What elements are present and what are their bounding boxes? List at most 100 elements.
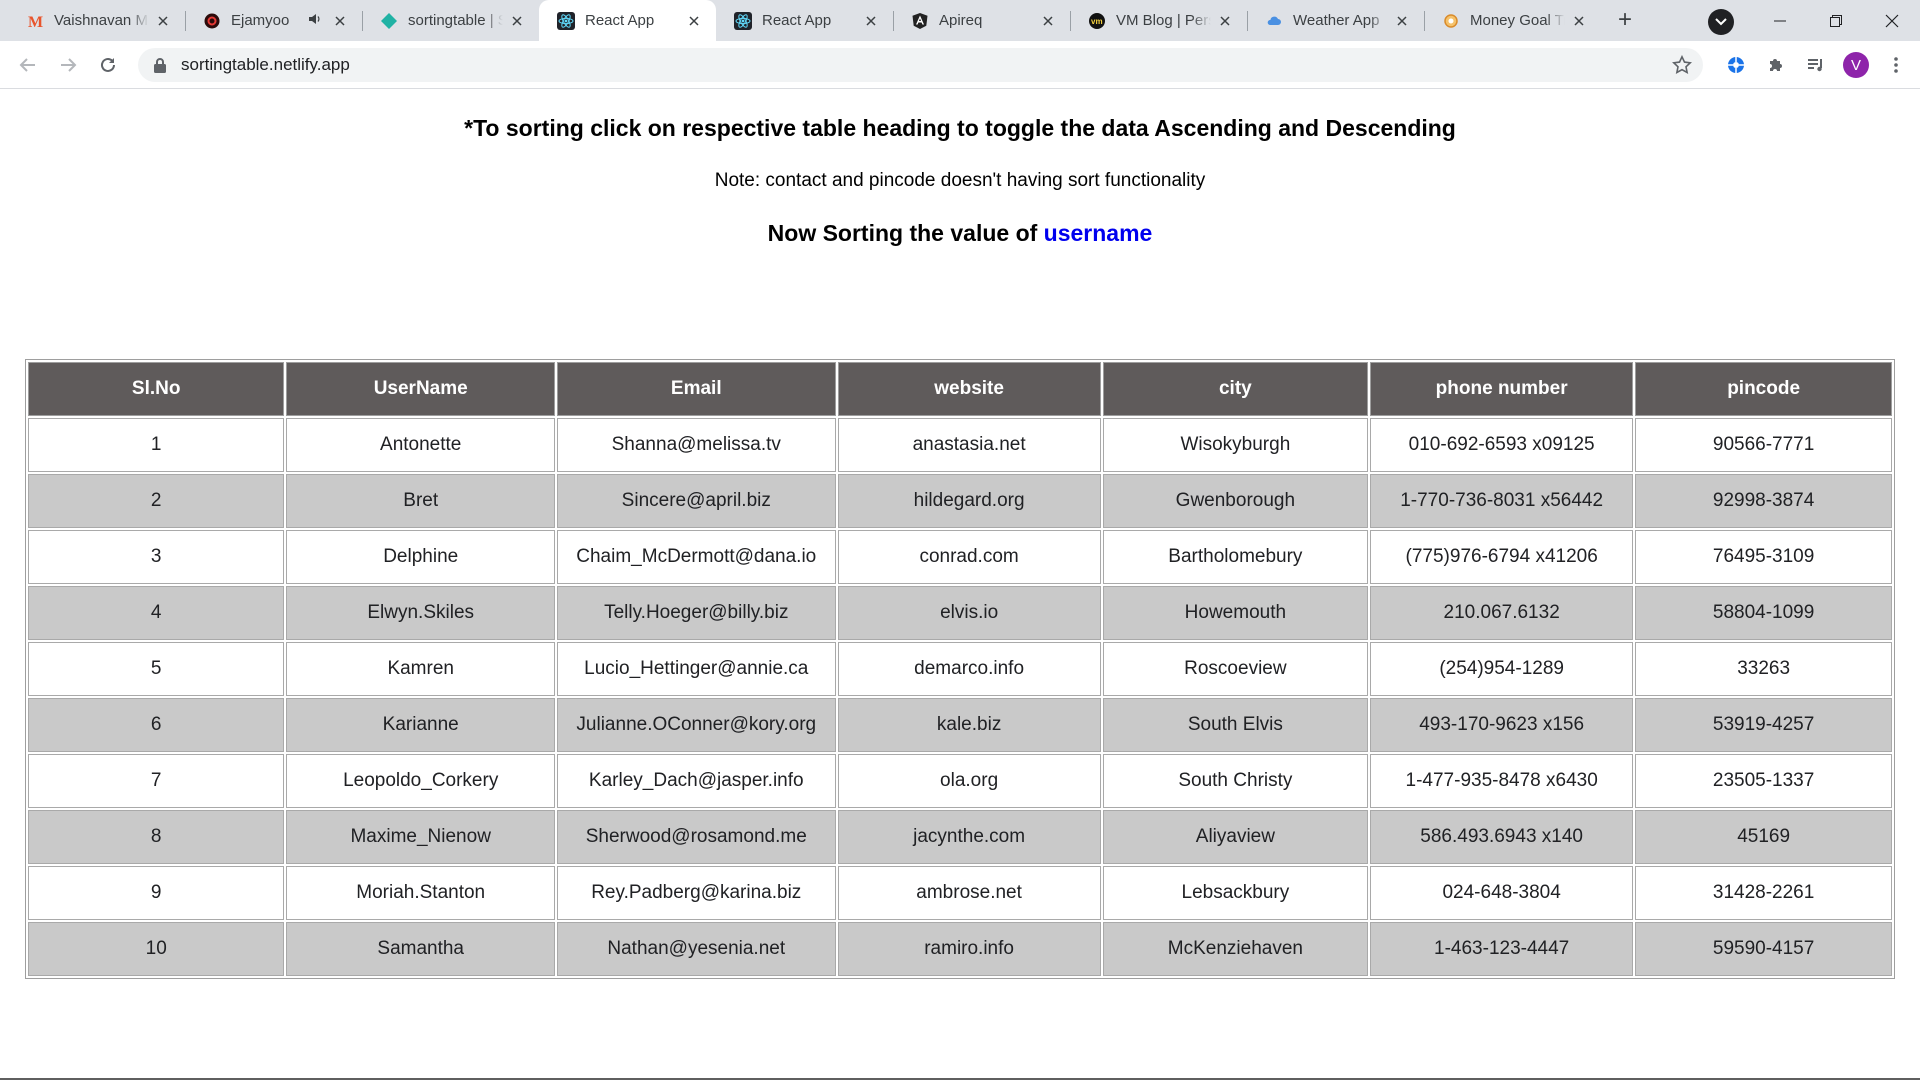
reload-button[interactable] (88, 45, 128, 85)
tab-title: Vaishnavan M (54, 12, 148, 29)
bookmark-star-icon[interactable] (1671, 54, 1693, 76)
column-header-city[interactable]: city (1102, 362, 1369, 416)
cell-username: Delphine (286, 530, 555, 584)
react-atom-icon (557, 11, 575, 30)
angular-a-icon (911, 12, 929, 30)
browser-tab[interactable]: Apireq (893, 0, 1070, 41)
table-header-row: Sl.No UserName Email website city phone numbe… (28, 362, 1892, 416)
cell-email: Shanna@melissa.tv (557, 418, 836, 472)
vm-logo-icon: vm (1088, 12, 1106, 30)
tab-close-icon[interactable] (861, 11, 881, 31)
browser-tab[interactable]: vm VM Blog | Pers (1070, 0, 1247, 41)
cell-city: Lebsackbury (1102, 866, 1369, 920)
cell-city: McKenziehaven (1102, 922, 1369, 976)
restore-button[interactable] (1808, 0, 1864, 41)
globe-extension-icon (1728, 57, 1744, 73)
users-table: Sl.No UserName Email website city phone numbe… (25, 359, 1895, 979)
tab-close-icon[interactable] (507, 11, 527, 31)
browser-tab[interactable]: sortingtable | S (362, 0, 539, 41)
tab-close-icon[interactable] (330, 11, 350, 31)
tab-close-icon[interactable] (684, 11, 704, 31)
tab-close-icon[interactable] (1038, 11, 1058, 31)
browser-tab[interactable]: Money Goal Tr (1424, 0, 1601, 41)
url-text: sortingtable.netlify.app (181, 55, 350, 74)
cell-username: Elwyn.Skiles (286, 586, 555, 640)
tab-list: M Vaishnavan M Ejamyoo sortingtable | S Reac… (8, 0, 1601, 41)
cell-phone-number: 210.067.6132 (1370, 586, 1634, 640)
minimize-button[interactable] (1752, 0, 1808, 41)
cell-sl-no: 2 (28, 474, 285, 528)
table-head: Sl.No UserName Email website city phone numbe… (28, 362, 1892, 416)
cell-phone-number: 1-477-935-8478 x6430 (1370, 754, 1634, 808)
tab-close-icon[interactable] (153, 11, 173, 31)
tab-title: Weather App (1293, 12, 1380, 29)
table-body: 1 Antonette Shanna@melissa.tv anastasia.net… (28, 418, 1892, 976)
lock-icon[interactable] (152, 57, 168, 73)
window-controls (1752, 0, 1920, 41)
cell-pincode: 76495-3109 (1635, 530, 1892, 584)
column-header-email[interactable]: Email (557, 362, 836, 416)
table-row: 7 Leopoldo_Corkery Karley_Dach@jasper.info… (28, 754, 1892, 808)
browser-tab[interactable]: React App (539, 0, 716, 41)
cell-username: Bret (286, 474, 555, 528)
cell-phone-number: (254)954-1289 (1370, 642, 1634, 696)
close-window-button[interactable] (1864, 0, 1920, 41)
ejamyoo-logo-icon (203, 12, 221, 30)
cell-username: Leopoldo_Corkery (286, 754, 555, 808)
cell-sl-no: 9 (28, 866, 285, 920)
cell-website: ramiro.info (837, 922, 1101, 976)
cell-website: ambrose.net (837, 866, 1101, 920)
tab-title: Ejamyoo (231, 12, 290, 29)
cell-pincode: 31428-2261 (1635, 866, 1892, 920)
browser-tab[interactable]: React App (716, 0, 893, 41)
column-header-sl-no[interactable]: Sl.No (28, 362, 285, 416)
cell-sl-no: 8 (28, 810, 285, 864)
forward-button[interactable] (48, 45, 88, 85)
m-letter-icon: M (26, 12, 44, 30)
tab-close-icon[interactable] (1215, 11, 1235, 31)
browser-tabstrip: M Vaishnavan M Ejamyoo sortingtable | S Reac… (0, 0, 1920, 41)
cell-pincode: 23505-1337 (1635, 754, 1892, 808)
cell-sl-no: 7 (28, 754, 285, 808)
tab-close-icon[interactable] (1569, 11, 1589, 31)
profile-button[interactable]: V (1836, 45, 1876, 85)
cell-website: kale.biz (837, 698, 1101, 752)
back-button[interactable] (8, 45, 48, 85)
extensions-button[interactable] (1756, 45, 1796, 85)
table-row: 3 Delphine Chaim_McDermott@dana.io conrad.c… (28, 530, 1892, 584)
browser-tab[interactable]: Ejamyoo (185, 0, 362, 41)
avatar: V (1843, 52, 1869, 78)
cell-phone-number: 010-692-6593 x09125 (1370, 418, 1634, 472)
column-header-username[interactable]: UserName (286, 362, 555, 416)
cell-sl-no: 6 (28, 698, 285, 752)
cell-city: Bartholomebury (1102, 530, 1369, 584)
browser-tab[interactable]: Weather App (1247, 0, 1424, 41)
sorting-key: username (1043, 220, 1153, 246)
column-header-pincode[interactable]: pincode (1635, 362, 1892, 416)
speaker-icon[interactable] (308, 12, 326, 29)
cell-city: South Christy (1102, 754, 1369, 808)
sorting-prefix: Now Sorting the value of (767, 220, 1038, 246)
cloud-icon (1265, 12, 1283, 30)
svg-text:M: M (28, 14, 43, 29)
restore-icon (1830, 14, 1842, 27)
media-controls-button[interactable] (1796, 45, 1836, 85)
cell-username: Kamren (286, 642, 555, 696)
extension-globe-button[interactable] (1716, 45, 1756, 85)
arrow-left-icon (19, 57, 35, 72)
cell-website: hildegard.org (837, 474, 1101, 528)
column-header-phone-number[interactable]: phone number (1370, 362, 1634, 416)
cell-phone-number: 1-463-123-4447 (1370, 922, 1634, 976)
cell-email: Julianne.OConner@kory.org (557, 698, 836, 752)
browser-tab[interactable]: M Vaishnavan M (8, 0, 185, 41)
tab-close-icon[interactable] (1392, 11, 1412, 31)
column-header-website[interactable]: website (837, 362, 1101, 416)
tab-search-button[interactable] (1708, 9, 1734, 35)
browser-menu-button[interactable] (1876, 45, 1916, 85)
new-tab-button[interactable]: + (1609, 4, 1641, 36)
cell-city: Aliyaview (1102, 810, 1369, 864)
page-heading: *To sorting click on respective table he… (464, 115, 1456, 141)
cell-email: Telly.Hoeger@billy.biz (557, 586, 836, 640)
address-bar[interactable]: sortingtable.netlify.app (138, 48, 1703, 82)
cell-pincode: 58804-1099 (1635, 586, 1892, 640)
